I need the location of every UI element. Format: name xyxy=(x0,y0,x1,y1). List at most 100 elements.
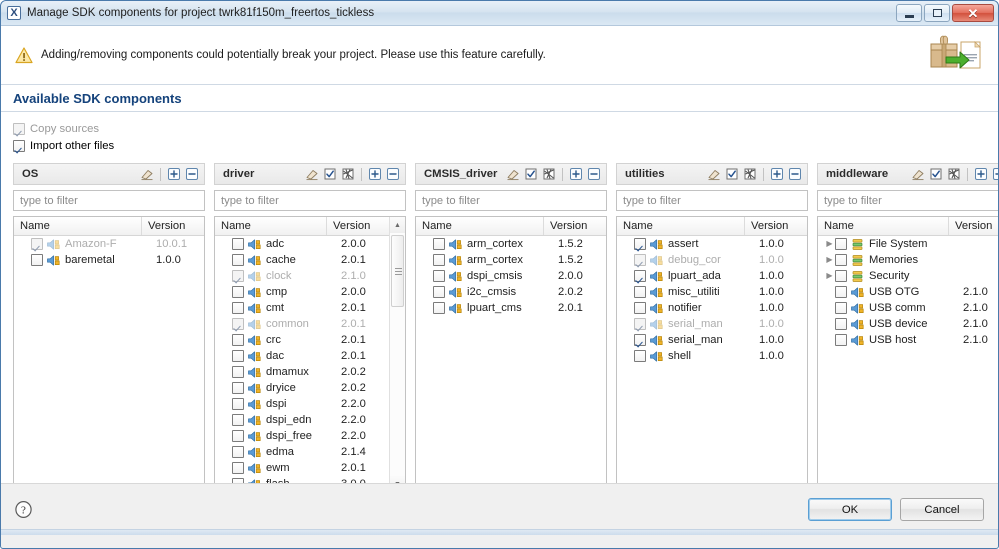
collapse-all-icon[interactable] xyxy=(185,167,199,181)
eraser-icon[interactable] xyxy=(305,167,319,181)
row-checkbox[interactable] xyxy=(232,414,244,426)
deselect-all-icon[interactable] xyxy=(743,167,757,181)
column-header-name[interactable]: Name xyxy=(215,217,327,235)
vertical-scrollbar[interactable]: ▲▼ xyxy=(389,217,405,492)
eraser-icon[interactable] xyxy=(506,167,520,181)
scroll-track[interactable] xyxy=(390,233,405,476)
row-checkbox[interactable] xyxy=(433,286,445,298)
table-row[interactable]: dac 2.0.1 xyxy=(215,348,389,364)
deselect-all-icon[interactable] xyxy=(947,167,961,181)
table-row[interactable]: lpuart_ada 1.0.0 xyxy=(617,268,807,284)
import-other-files-option[interactable]: Import other files xyxy=(13,137,986,154)
filter-input[interactable]: type to filter xyxy=(817,190,998,211)
column-header-version[interactable]: Version xyxy=(327,217,389,235)
eraser-icon[interactable] xyxy=(911,167,925,181)
table-row[interactable]: ewm 2.0.1 xyxy=(215,460,389,476)
table-row[interactable]: lpuart_cms 2.0.1 xyxy=(416,300,606,316)
table-row[interactable]: common 2.0.1 xyxy=(215,316,389,332)
table-row[interactable]: dspi_edn 2.2.0 xyxy=(215,412,389,428)
row-checkbox[interactable] xyxy=(232,238,244,250)
maximize-button[interactable] xyxy=(924,4,950,22)
table-row[interactable]: crc 2.0.1 xyxy=(215,332,389,348)
table-row[interactable]: USB OTG 2.1.0 xyxy=(818,284,998,300)
eraser-icon[interactable] xyxy=(140,167,154,181)
filter-input[interactable]: type to filter xyxy=(214,190,406,211)
expand-all-icon[interactable] xyxy=(974,167,988,181)
table-row[interactable]: shell 1.0.0 xyxy=(617,348,807,364)
table-row[interactable]: arm_cortex 1.5.2 xyxy=(416,252,606,268)
table-row[interactable]: debug_cor 1.0.0 xyxy=(617,252,807,268)
table-row[interactable]: edma 2.1.4 xyxy=(215,444,389,460)
table-row[interactable]: notifier 1.0.0 xyxy=(617,300,807,316)
table-row[interactable]: dmamux 2.0.2 xyxy=(215,364,389,380)
row-checkbox[interactable] xyxy=(835,334,847,346)
row-checkbox[interactable] xyxy=(232,462,244,474)
row-checkbox[interactable] xyxy=(835,302,847,314)
column-header-version[interactable]: Version xyxy=(949,217,998,235)
table-row[interactable]: arm_cortex 1.5.2 xyxy=(416,236,606,252)
column-header-version[interactable]: Version xyxy=(745,217,807,235)
column-header-name[interactable]: Name xyxy=(416,217,544,235)
check-all-icon[interactable] xyxy=(323,167,337,181)
row-checkbox[interactable] xyxy=(232,254,244,266)
row-checkbox[interactable] xyxy=(232,398,244,410)
ok-button[interactable]: OK xyxy=(808,498,892,521)
table-row[interactable]: cmp 2.0.0 xyxy=(215,284,389,300)
chevron-right-icon[interactable]: ▶ xyxy=(824,239,835,249)
expand-all-icon[interactable] xyxy=(770,167,784,181)
row-checkbox[interactable] xyxy=(31,254,43,266)
row-checkbox[interactable] xyxy=(835,254,847,266)
table-row[interactable]: ▶ File System xyxy=(818,236,998,252)
row-checkbox[interactable] xyxy=(232,430,244,442)
collapse-all-icon[interactable] xyxy=(992,167,999,181)
column-header-version[interactable]: Version xyxy=(544,217,606,235)
expand-all-icon[interactable] xyxy=(167,167,181,181)
help-icon[interactable]: ? xyxy=(15,501,32,518)
table-row[interactable]: adc 2.0.0 xyxy=(215,236,389,252)
row-checkbox[interactable] xyxy=(634,238,646,250)
table-row[interactable]: USB comm 2.1.0 xyxy=(818,300,998,316)
table-row[interactable]: dryice 2.0.2 xyxy=(215,380,389,396)
minimize-button[interactable] xyxy=(896,4,922,22)
table-row[interactable]: Amazon-F 10.0.1 xyxy=(14,236,204,252)
table-row[interactable]: assert 1.0.0 xyxy=(617,236,807,252)
cancel-button[interactable]: Cancel xyxy=(900,498,984,521)
filter-input[interactable]: type to filter xyxy=(616,190,808,211)
collapse-all-icon[interactable] xyxy=(587,167,601,181)
row-checkbox[interactable] xyxy=(433,302,445,314)
row-checkbox[interactable] xyxy=(232,366,244,378)
check-all-icon[interactable] xyxy=(524,167,538,181)
table-row[interactable]: dspi_free 2.2.0 xyxy=(215,428,389,444)
deselect-all-icon[interactable] xyxy=(341,167,355,181)
table-row[interactable]: dspi 2.2.0 xyxy=(215,396,389,412)
row-checkbox[interactable] xyxy=(232,302,244,314)
row-checkbox[interactable] xyxy=(232,446,244,458)
row-checkbox[interactable] xyxy=(433,270,445,282)
column-header-name[interactable]: Name xyxy=(617,217,745,235)
table-row[interactable]: i2c_cmsis 2.0.2 xyxy=(416,284,606,300)
filter-input[interactable]: type to filter xyxy=(415,190,607,211)
table-row[interactable]: serial_man 1.0.0 xyxy=(617,316,807,332)
table-row[interactable]: clock 2.1.0 xyxy=(215,268,389,284)
check-all-icon[interactable] xyxy=(725,167,739,181)
row-checkbox[interactable] xyxy=(634,350,646,362)
expand-all-icon[interactable] xyxy=(368,167,382,181)
row-checkbox[interactable] xyxy=(634,334,646,346)
table-row[interactable]: ▶ Memories xyxy=(818,252,998,268)
column-header-name[interactable]: Name xyxy=(14,217,142,235)
table-row[interactable]: USB host 2.1.0 xyxy=(818,332,998,348)
table-row[interactable]: serial_man 1.0.0 xyxy=(617,332,807,348)
scroll-up-button[interactable]: ▲ xyxy=(390,217,405,233)
row-checkbox[interactable] xyxy=(232,350,244,362)
filter-input[interactable]: type to filter xyxy=(13,190,205,211)
table-row[interactable]: cmt 2.0.1 xyxy=(215,300,389,316)
check-all-icon[interactable] xyxy=(929,167,943,181)
row-checkbox[interactable] xyxy=(232,286,244,298)
row-checkbox[interactable] xyxy=(232,382,244,394)
close-button[interactable]: ✕ xyxy=(952,4,994,22)
import-other-files-checkbox[interactable] xyxy=(13,139,25,152)
scroll-thumb[interactable] xyxy=(391,235,404,307)
column-header-name[interactable]: Name xyxy=(818,217,949,235)
row-checkbox[interactable] xyxy=(835,318,847,330)
row-checkbox[interactable] xyxy=(433,238,445,250)
